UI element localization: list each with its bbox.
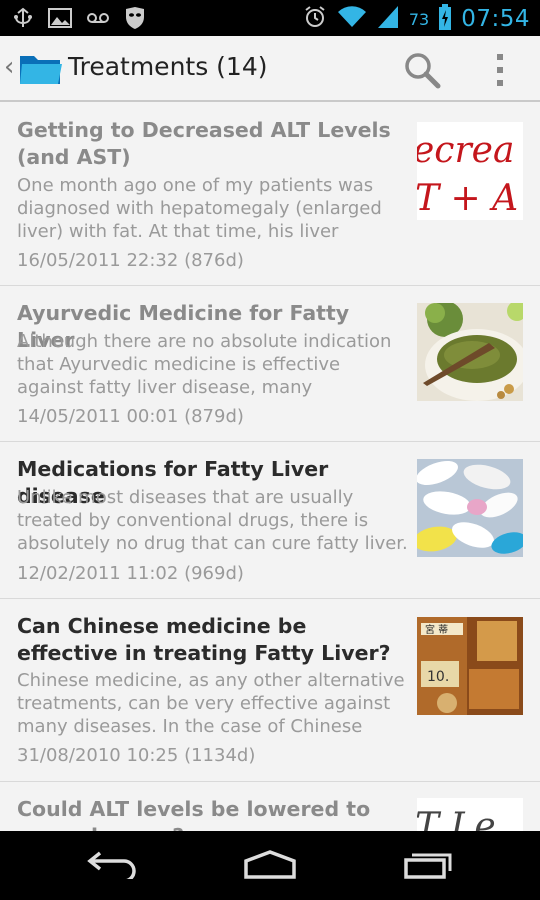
image-notification-icon bbox=[48, 7, 72, 29]
page-title: Treatments (14) bbox=[68, 52, 268, 81]
alarm-icon bbox=[303, 5, 327, 33]
battery-charging-icon bbox=[439, 4, 452, 34]
voicemail-icon bbox=[86, 7, 110, 29]
list-item[interactable]: Ayurvedic Medicine for Fatty Liver Altho… bbox=[0, 286, 540, 442]
article-thumbnail: 宮 蒂 10. bbox=[417, 617, 523, 715]
article-title: Can Chinese medicine be effective in tre… bbox=[17, 614, 391, 665]
list-item[interactable]: Could ALT levels be lowered to normal ra… bbox=[0, 782, 540, 831]
list-item[interactable]: Medications for Fatty Liver disease Unli… bbox=[0, 442, 540, 599]
article-list[interactable]: Getting to Decreased ALT Levels (and AST… bbox=[0, 102, 540, 831]
article-snippet: One month ago one of my patients was dia… bbox=[17, 175, 382, 242]
thumbnail-text-2: 10. bbox=[427, 669, 449, 685]
thumbnail-text-2: T + A bbox=[417, 178, 518, 219]
status-bar: 73 07:54 bbox=[0, 0, 540, 36]
article-thumbnail bbox=[417, 459, 523, 557]
thumbnail-text-1: T Le bbox=[417, 806, 496, 831]
article-thumbnail: T Le bbox=[417, 798, 523, 831]
article-title: Could ALT levels be lowered to normal ra… bbox=[17, 797, 371, 831]
thumbnail-text-1: 宮 蒂 bbox=[425, 623, 448, 636]
list-item[interactable]: Can Chinese medicine be effective in tre… bbox=[0, 599, 540, 782]
list-item[interactable]: Getting to Decreased ALT Levels (and AST… bbox=[0, 102, 540, 286]
article-snippet: Although there are no absolute indicatio… bbox=[17, 331, 392, 398]
battery-percent: 73 bbox=[408, 9, 430, 29]
up-caret-icon[interactable]: ‹ bbox=[4, 54, 14, 80]
thumbnail-text-1: ecrea bbox=[417, 130, 514, 171]
recent-apps-icon[interactable] bbox=[402, 849, 454, 883]
mask-icon bbox=[124, 6, 146, 30]
article-date: 12/02/2011 11:02 (969d) bbox=[17, 563, 244, 584]
article-date: 14/05/2011 00:01 (879d) bbox=[17, 406, 244, 427]
article-thumbnail bbox=[417, 303, 523, 401]
article-snippet: Chinese medicine, as any other alternati… bbox=[17, 670, 405, 737]
article-date: 16/05/2011 22:32 (876d) bbox=[17, 250, 244, 271]
folder-icon[interactable] bbox=[18, 50, 64, 90]
signal-icon bbox=[377, 5, 399, 33]
article-snippet: Unlike most diseases that are usually tr… bbox=[17, 487, 408, 554]
clock-time: 07:54 bbox=[461, 6, 530, 32]
article-title: Getting to Decreased ALT Levels (and AST… bbox=[17, 118, 391, 169]
article-thumbnail: ecrea T + A bbox=[417, 122, 523, 220]
usb-debug-icon bbox=[12, 7, 34, 29]
wifi-icon bbox=[337, 5, 367, 33]
overflow-menu-icon[interactable] bbox=[484, 50, 516, 90]
action-bar: ‹ Treatments (14) bbox=[0, 36, 540, 102]
home-icon[interactable] bbox=[242, 849, 298, 883]
search-icon[interactable] bbox=[402, 50, 444, 90]
back-icon[interactable] bbox=[86, 849, 138, 883]
navigation-bar bbox=[0, 831, 540, 900]
article-date: 31/08/2010 10:25 (1134d) bbox=[17, 745, 256, 766]
